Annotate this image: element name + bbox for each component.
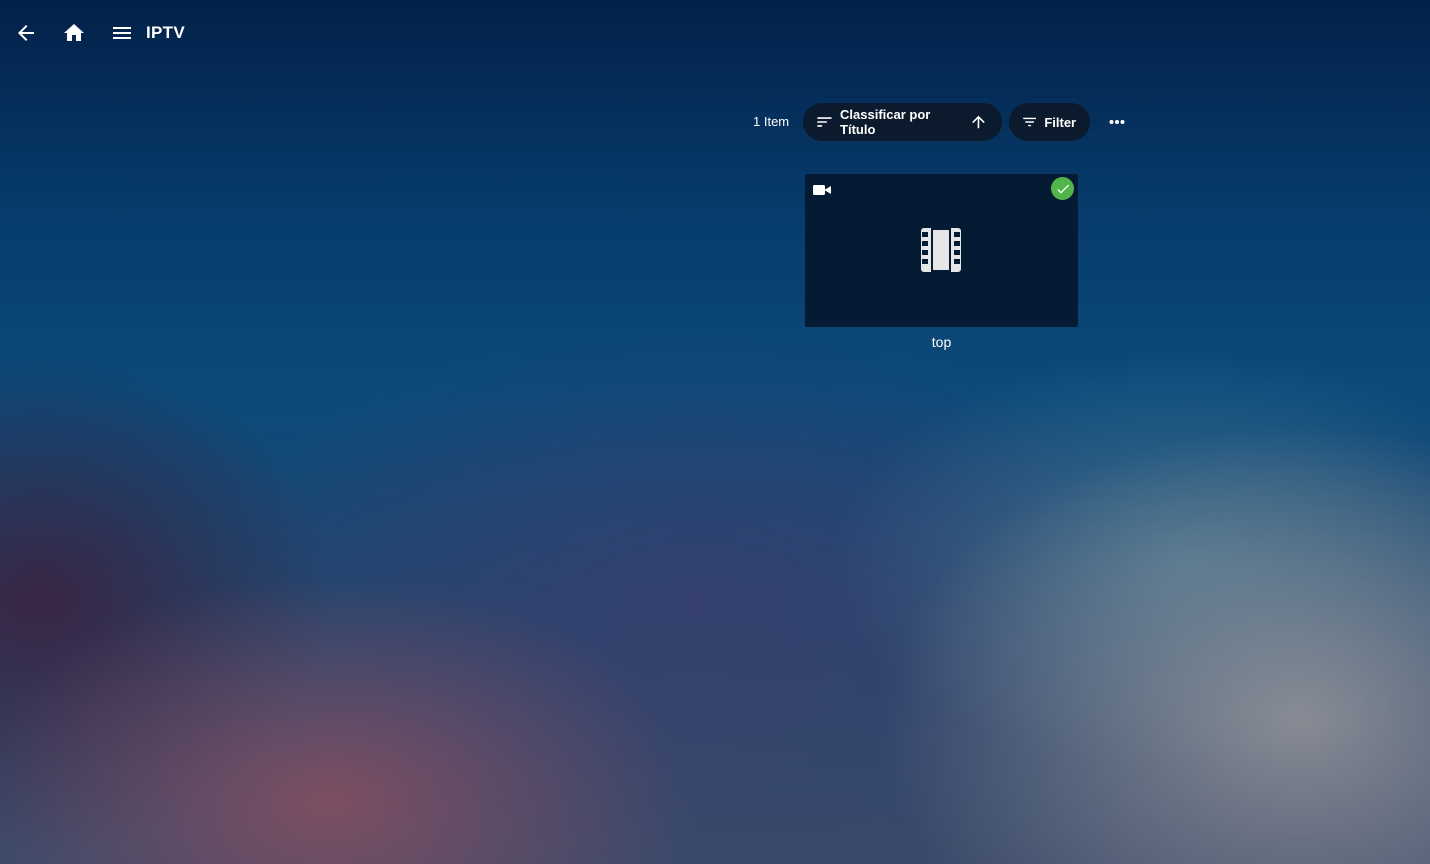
more-horizontal-icon: [1109, 119, 1125, 125]
filter-icon: [1023, 117, 1037, 127]
check-icon: [1056, 184, 1069, 194]
sort-button[interactable]: Classificar por Título: [803, 103, 1003, 141]
app-header: IPTV: [0, 0, 1430, 66]
home-button[interactable]: [54, 13, 94, 53]
more-options-button[interactable]: [1098, 103, 1136, 141]
item-count: 1 Item: [753, 114, 790, 129]
menu-button[interactable]: [102, 13, 142, 53]
played-indicator: [1051, 177, 1074, 200]
filter-label: Filter: [1044, 114, 1077, 130]
film-strip-icon: [919, 226, 963, 274]
page-title: IPTV: [146, 23, 185, 42]
media-card-title[interactable]: top: [805, 334, 1078, 350]
library-toolbar: 1 Item Classificar por Título Filter: [740, 103, 1136, 141]
sort-icon: [817, 117, 832, 127]
arrow-up-icon: [972, 115, 985, 129]
home-icon: [64, 24, 84, 41]
video-camera-icon: [813, 185, 831, 195]
arrow-left-icon: [18, 25, 34, 41]
filter-button[interactable]: Filter: [1009, 103, 1091, 141]
hamburger-menu-icon: [113, 27, 131, 39]
back-button[interactable]: [6, 13, 46, 53]
sort-label: Classificar por Título: [840, 107, 931, 137]
video-type-badge: [812, 181, 832, 199]
media-card[interactable]: [805, 174, 1078, 327]
